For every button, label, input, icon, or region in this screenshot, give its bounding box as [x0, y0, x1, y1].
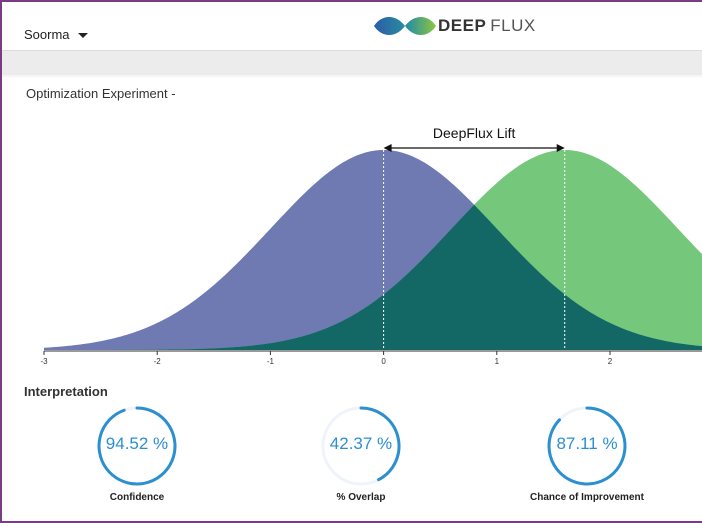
x-tick-label: -2 [154, 357, 162, 366]
gauge-label: Confidence [109, 492, 165, 503]
gauge-value: 87.11 % [556, 434, 618, 453]
x-tick-label: 2 [608, 357, 613, 366]
caret-down-icon [77, 33, 88, 38]
improvement-gauge: 87.11 % Chance of Improvement [507, 404, 667, 503]
x-tick-label: -3 [40, 357, 48, 366]
gauge-value: 42.37 % [329, 434, 393, 453]
brand-name-bold: DEEP [438, 16, 487, 35]
panel-title: Optimization Experiment - [26, 86, 176, 101]
user-dropdown[interactable]: Soorma [24, 27, 88, 42]
overlap-gauge: 42.37 % % Overlap [296, 404, 426, 503]
gauge-label: % Overlap [336, 492, 386, 503]
lift-annotation: DeepFlux Lift [433, 125, 516, 141]
top-bar: Soorma DEEP FLUX [2, 2, 702, 50]
x-tick-label: 0 [381, 357, 386, 366]
app-window: Soorma DEEP FLUX Optimization Experiment… [0, 0, 702, 523]
toolbar-band [2, 51, 702, 78]
user-name: Soorma [24, 27, 70, 42]
deepflux-logo-icon [374, 17, 436, 35]
interpretation-heading: Interpretation [24, 384, 108, 399]
distribution-chart: -3 -2 -1 0 1 2 DeepFlux Lift [40, 125, 702, 366]
gauge-label: Chance of Improvement [530, 492, 644, 503]
x-tick-label: -1 [267, 357, 275, 366]
confidence-gauge: 94.52 % Confidence [72, 404, 202, 503]
brand-logo[interactable]: DEEP FLUX [372, 12, 536, 40]
brand-name-light: FLUX [490, 16, 536, 35]
gauge-value: 94.52 % [105, 434, 169, 453]
x-tick-label: 1 [495, 357, 500, 366]
